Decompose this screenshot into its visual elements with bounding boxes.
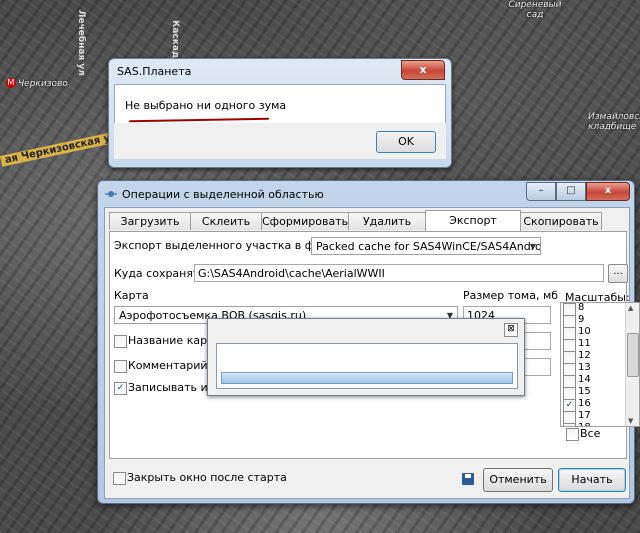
satellite-icon — [105, 191, 117, 197]
zoom-label: 12 — [578, 350, 591, 361]
zoom-label: 16 — [578, 398, 591, 409]
dialog-title: Операции с выделенной областью — [122, 188, 324, 201]
chevron-down-icon: ▼ — [529, 242, 536, 251]
zoom-label: 13 — [578, 362, 591, 373]
close-button[interactable]: x — [586, 182, 630, 201]
map-label: Карта — [114, 289, 149, 302]
message-box-close-button[interactable]: x — [401, 60, 445, 80]
scrollbar-thumb[interactable] — [627, 333, 639, 377]
zoom-label: 15 — [578, 386, 591, 397]
volume-size-label: Размер тома, мб — [463, 289, 559, 302]
zoom-list[interactable]: 89101112131415✓16171819 ▲ ▼ — [560, 302, 640, 427]
comment-label: Комментарий — [128, 359, 208, 372]
scroll-up-icon[interactable]: ▲ — [628, 304, 633, 312]
zoom-label: 8 — [578, 302, 585, 313]
zoom-label: 14 — [578, 374, 591, 385]
minimize-button[interactable]: – — [526, 182, 556, 201]
tab-strip: Загрузить Склеить Сформировать Удалить Э… — [109, 210, 602, 231]
scroll-down-icon[interactable]: ▼ — [628, 417, 633, 425]
zoom-label: 9 — [578, 314, 585, 325]
red-underline-annotation — [128, 117, 270, 123]
tab-download[interactable]: Загрузить — [109, 212, 191, 230]
map-label-garden: Сиреневый сад — [508, 0, 562, 20]
export-format-value: Packed cache for SAS4WinCE/SAS4Android — [316, 240, 541, 253]
message-box-body: Не выбрано ни одного зума — [114, 84, 446, 124]
tab-export[interactable]: Экспорт — [425, 210, 521, 231]
write-info-checkbox[interactable]: ✓ — [114, 382, 127, 395]
cancel-button[interactable]: Отменить — [483, 468, 553, 492]
tab-copy[interactable]: Скопировать — [520, 212, 602, 230]
close-after-start-checkbox[interactable] — [113, 472, 126, 485]
progress-bar — [221, 372, 513, 384]
map-road-cherkizovskaya: ая Черкизовская ул — [0, 130, 123, 167]
zoom-label: 17 — [578, 410, 591, 421]
tab-delete[interactable]: Удалить — [348, 212, 426, 230]
save-path-input[interactable]: G:\SAS4Android\cache\AerialWWII — [194, 264, 604, 282]
message-box: SAS.Планета x Не выбрано ни одного зума … — [108, 58, 452, 168]
zoom-label: 18 — [578, 422, 591, 426]
metro-icon: М — [6, 78, 16, 88]
map-name-checkbox[interactable] — [114, 335, 127, 348]
comment-checkbox[interactable] — [114, 360, 127, 373]
window-buttons: – □ x — [526, 182, 630, 201]
zoom-list-scrollbar[interactable]: ▲ ▼ — [625, 303, 639, 426]
map-label-metro: Черкизово — [18, 79, 68, 89]
export-format-select[interactable]: Packed cache for SAS4WinCE/SAS4Android ▼ — [311, 237, 541, 255]
start-button[interactable]: Начать — [558, 468, 626, 492]
progress-window: ⊠ — [207, 318, 525, 396]
zoom-label: 10 — [578, 326, 591, 337]
tab-stitch[interactable]: Склеить — [190, 212, 262, 230]
browse-button[interactable]: ... — [608, 264, 628, 283]
zoom-checkbox[interactable] — [563, 423, 576, 426]
progress-close-button[interactable]: ⊠ — [504, 323, 518, 337]
message-box-footer: OK — [114, 123, 446, 159]
zoom-label: 11 — [578, 338, 591, 349]
tab-generate[interactable]: Сформировать — [261, 212, 349, 230]
ok-button[interactable]: OK — [376, 131, 436, 153]
map-road-vertical: Лечебная ул — [76, 10, 86, 76]
all-zooms-checkbox[interactable] — [566, 428, 579, 441]
progress-panel — [216, 343, 518, 389]
message-box-title: SAS.Планета — [117, 65, 192, 78]
save-icon[interactable] — [462, 473, 474, 485]
close-after-start-label: Закрыть окно после старта — [127, 471, 287, 484]
maximize-button[interactable]: □ — [556, 182, 586, 201]
message-text: Не выбрано ни одного зума — [125, 99, 287, 112]
all-zooms-label: Все — [580, 427, 601, 440]
map-label-cemetery: Измайловское кладбище — [588, 112, 640, 132]
